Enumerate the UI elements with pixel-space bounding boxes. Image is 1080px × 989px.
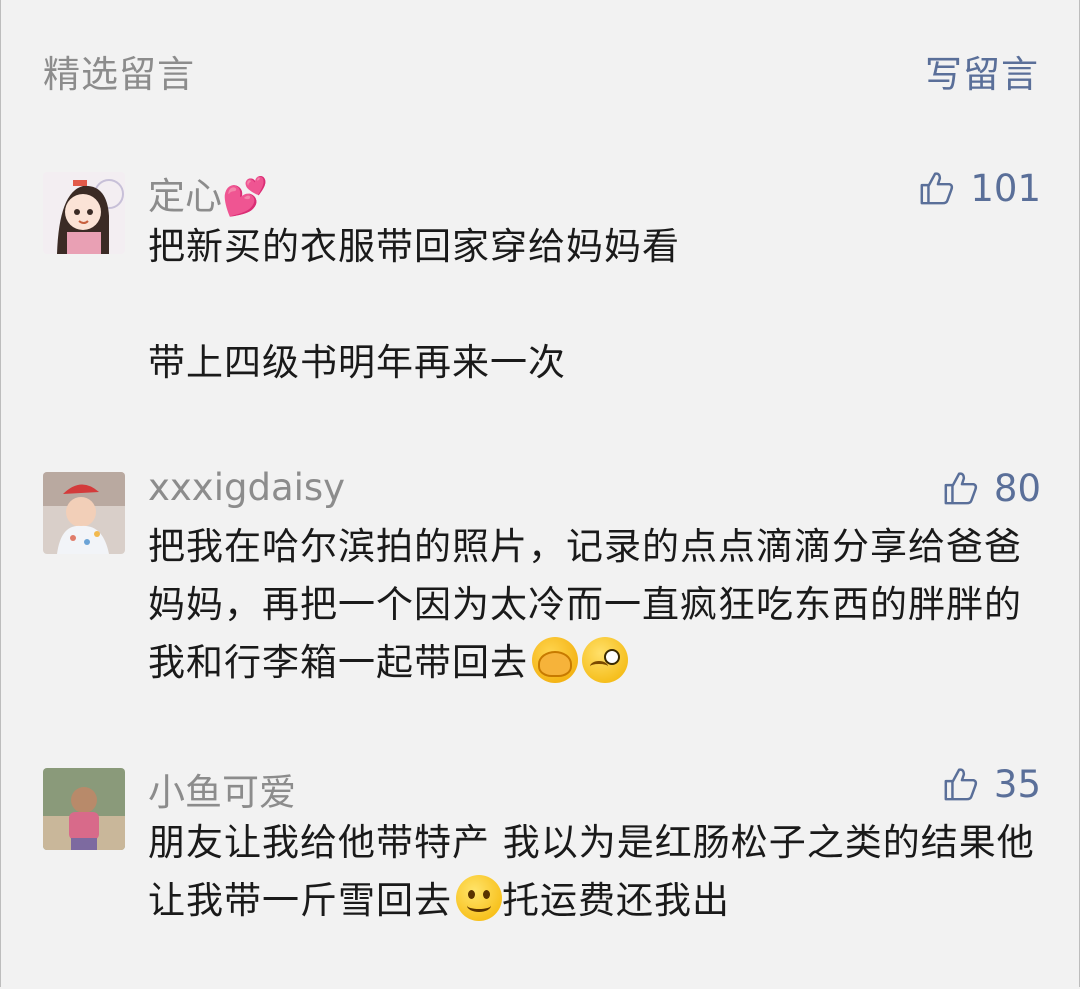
comment-paragraph: 带上四级书明年再来一次 <box>148 341 566 384</box>
comment-author: 小鱼可爱 <box>148 771 296 814</box>
comments-panel: 精选留言 写留言 定心💕 101 把新买的衣服带回家穿给妈妈看 带上四级书明年再… <box>0 0 1080 987</box>
like-count: 101 <box>970 166 1041 210</box>
like-button[interactable]: 80 <box>942 466 1041 510</box>
like-button[interactable]: 35 <box>942 762 1041 806</box>
like-count: 35 <box>993 762 1041 806</box>
facepalm-emoji <box>532 637 578 683</box>
like-count: 80 <box>993 466 1041 510</box>
comments-header: 精选留言 写留言 <box>43 44 1039 96</box>
section-title: 精选留言 <box>43 53 195 96</box>
write-comment-link[interactable]: 写留言 <box>925 44 1039 98</box>
comment-text: 朋友让我给他带特产 我以为是红肠松子之类的结果他让我带一斤雪回去 托运费还我出 <box>148 814 1041 930</box>
comment-author: xxxigdaisy <box>148 466 346 509</box>
thumbs-up-icon <box>944 768 978 801</box>
comment-text: 把我在哈尔滨拍的照片，记录的点点滴滴分享给爸爸妈妈，再把一个因为太冷而一直疯狂吃… <box>148 518 1041 692</box>
wink-emoji <box>582 637 628 683</box>
avatar[interactable] <box>43 768 125 850</box>
comment-text: 把新买的衣服带回家穿给妈妈看 带上四级书明年再来一次 <box>148 218 1041 392</box>
comment-paragraph: 把新买的衣服带回家穿给妈妈看 <box>148 225 680 268</box>
comment-author: 定心💕 <box>148 175 269 218</box>
smile-emoji <box>456 875 502 921</box>
thumbs-up-icon <box>944 472 978 505</box>
avatar[interactable] <box>43 172 125 254</box>
avatar[interactable] <box>43 472 125 554</box>
comment-paragraph-tail: 托运费还我出 <box>502 879 730 922</box>
like-button[interactable]: 101 <box>918 166 1041 210</box>
thumbs-up-icon <box>920 172 954 205</box>
